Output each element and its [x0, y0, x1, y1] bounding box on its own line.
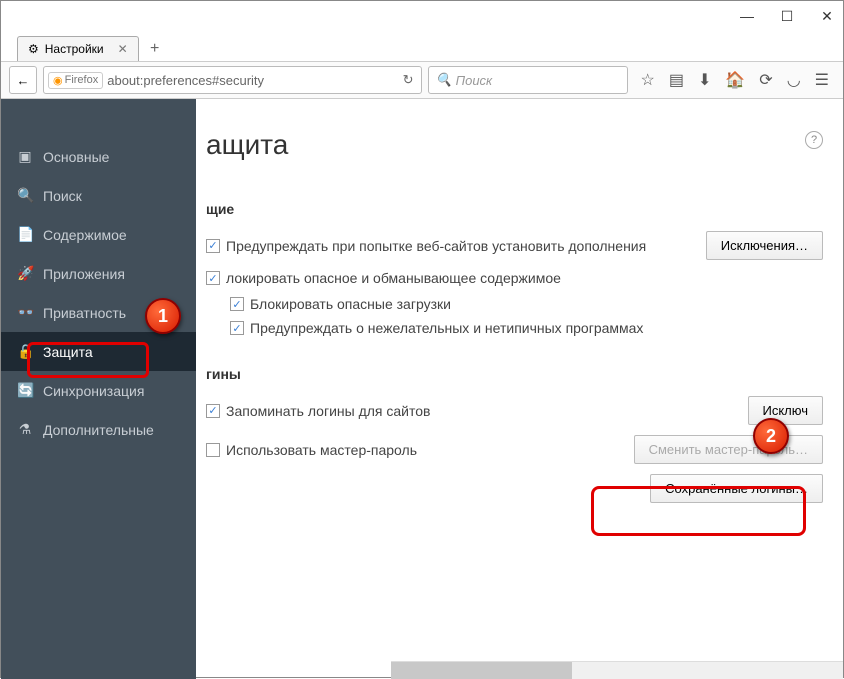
sidebar-item-content[interactable]: 📄 Содержимое: [1, 215, 196, 254]
sidebar-item-label: Основные: [43, 149, 109, 165]
saved-logins-button[interactable]: Сохранённые логины…: [650, 474, 823, 503]
mask-icon: 👓: [17, 304, 33, 321]
sidebar-item-label: Защита: [43, 344, 93, 360]
site-identity-label: Firefox: [65, 74, 99, 86]
toolbar-actions: ☆ ▤ ⬇ 🏠 ⟳ ◡ ☰: [634, 70, 835, 90]
gear-icon: ⚙: [28, 42, 39, 56]
sidebar-item-privacy[interactable]: 👓 Приватность: [1, 293, 196, 332]
window-titlebar: — ☐ ✕: [1, 1, 843, 31]
sidebar-item-search[interactable]: 🔍 Поиск: [1, 176, 196, 215]
sync-icon[interactable]: ⟳: [759, 70, 772, 90]
remember-logins-checkbox[interactable]: ✓ Запоминать логины для сайтов: [206, 403, 430, 419]
maximize-button[interactable]: ☐: [779, 8, 795, 24]
lock-icon: 🔒: [17, 343, 33, 360]
checkbox-icon: ✓: [206, 239, 220, 253]
section-heading: щие: [206, 201, 823, 217]
checkbox-icon: ✓: [206, 404, 220, 418]
reload-button[interactable]: ↻: [399, 72, 418, 88]
sidebar-item-label: Синхронизация: [43, 383, 144, 399]
minimize-button[interactable]: —: [739, 8, 755, 24]
sidebar-item-general[interactable]: ▣ Основные: [1, 137, 196, 176]
checkbox-icon: [206, 443, 220, 457]
logins-exceptions-button[interactable]: Исключ: [748, 396, 824, 425]
checkbox-label: Запоминать логины для сайтов: [226, 403, 430, 419]
exceptions-button[interactable]: Исключения…: [706, 231, 823, 260]
library-icon[interactable]: ▤: [669, 70, 684, 90]
checkbox-label: Предупреждать при попытке веб-сайтов уст…: [226, 238, 646, 254]
site-identity-badge[interactable]: ◉ Firefox: [48, 72, 103, 89]
search-icon: 🔍: [17, 187, 33, 204]
warn-unwanted-checkbox[interactable]: ✓ Предупреждать о нежелательных и нетипи…: [230, 320, 643, 336]
horizontal-scrollbar[interactable]: [391, 661, 843, 679]
tabs-bar: ⚙ Настройки ✕ +: [1, 31, 843, 61]
sidebar-item-label: Дополнительные: [43, 422, 154, 438]
document-icon: 📄: [17, 226, 33, 243]
sidebar-item-advanced[interactable]: ⚗ Дополнительные: [1, 410, 196, 449]
sidebar-item-label: Приватность: [43, 305, 126, 321]
arrow-left-icon: ←: [17, 73, 30, 88]
use-master-password-checkbox[interactable]: Использовать мастер-пароль: [206, 442, 417, 458]
warn-install-checkbox[interactable]: ✓ Предупреждать при попытке веб-сайтов у…: [206, 238, 646, 254]
search-bar[interactable]: 🔍 Поиск: [428, 66, 628, 94]
block-downloads-checkbox[interactable]: ✓ Блокировать опасные загрузки: [230, 296, 451, 312]
address-bar[interactable]: ◉ Firefox about:preferences#security ↻: [43, 66, 422, 94]
firefox-icon: ◉: [53, 74, 63, 87]
page-title: ащита: [206, 129, 823, 161]
preferences-content: ? ащита щие ✓ Предупреждать при попытке …: [196, 99, 843, 679]
block-dangerous-checkbox[interactable]: ✓ локировать опасное и обманывающее соде…: [206, 270, 561, 286]
downloads-icon[interactable]: ⬇: [698, 70, 711, 90]
checkbox-icon: ✓: [206, 271, 220, 285]
search-icon: 🔍: [435, 72, 451, 88]
tab-label: Настройки: [45, 42, 104, 56]
flask-icon: ⚗: [17, 421, 33, 438]
nav-toolbar: ← ◉ Firefox about:preferences#security ↻…: [1, 61, 843, 99]
preferences-sidebar: ▣ Основные 🔍 Поиск 📄 Содержимое 🚀 Приложения…: [1, 99, 196, 679]
back-button[interactable]: ←: [9, 66, 37, 94]
sidebar-item-security[interactable]: 🔒 Защита: [1, 332, 196, 371]
close-tab-icon[interactable]: ✕: [118, 42, 128, 56]
pocket-icon[interactable]: ◡: [787, 70, 801, 90]
section-general: щие ✓ Предупреждать при попытке веб-сайт…: [206, 201, 823, 336]
menu-icon[interactable]: ☰: [815, 70, 829, 90]
checkbox-label: Предупреждать о нежелательных и нетипичн…: [250, 320, 643, 336]
sync-icon: 🔄: [17, 382, 33, 399]
section-logins: гины ✓ Запоминать логины для сайтов Искл…: [206, 366, 823, 503]
help-button[interactable]: ?: [805, 131, 823, 149]
new-tab-button[interactable]: +: [143, 37, 167, 61]
rocket-icon: 🚀: [17, 265, 33, 282]
checkbox-label: локировать опасное и обманывающее содерж…: [226, 270, 561, 286]
home-icon[interactable]: 🏠: [725, 70, 745, 90]
checkbox-label: Блокировать опасные загрузки: [250, 296, 451, 312]
change-master-password-button: Сменить мастер-пароль…: [634, 435, 823, 464]
close-window-button[interactable]: ✕: [819, 8, 835, 24]
search-placeholder: Поиск: [456, 73, 493, 88]
checkbox-icon: ✓: [230, 297, 244, 311]
section-heading: гины: [206, 366, 823, 382]
general-icon: ▣: [17, 148, 33, 165]
checkbox-icon: ✓: [230, 321, 244, 335]
sidebar-item-label: Поиск: [43, 188, 82, 204]
url-text: about:preferences#security: [107, 73, 394, 88]
sidebar-item-label: Содержимое: [43, 227, 127, 243]
scrollbar-thumb[interactable]: [391, 662, 572, 679]
tab-settings[interactable]: ⚙ Настройки ✕: [17, 36, 139, 61]
checkbox-label: Использовать мастер-пароль: [226, 442, 417, 458]
bookmark-star-icon[interactable]: ☆: [640, 70, 654, 90]
sidebar-item-sync[interactable]: 🔄 Синхронизация: [1, 371, 196, 410]
sidebar-item-applications[interactable]: 🚀 Приложения: [1, 254, 196, 293]
sidebar-item-label: Приложения: [43, 266, 125, 282]
